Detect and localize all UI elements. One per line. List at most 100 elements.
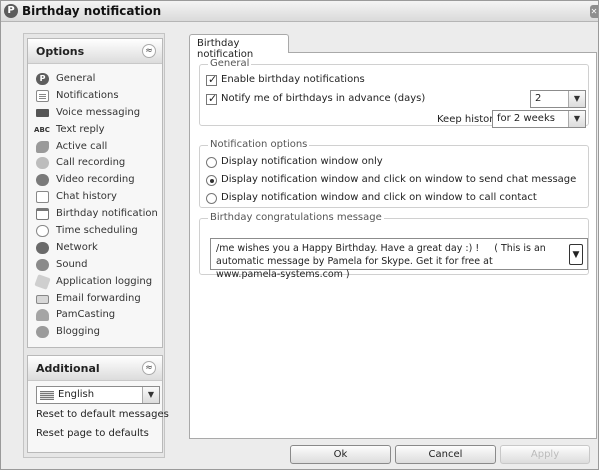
advance-days-select[interactable]: 2 ▼ xyxy=(530,90,586,108)
video-icon xyxy=(36,174,49,187)
cancel-button[interactable]: Cancel xyxy=(395,445,496,464)
advance-notify-checkbox[interactable] xyxy=(206,92,217,105)
sidebar-item-general[interactable]: P General xyxy=(28,71,162,88)
keep-history-value: for 2 weeks xyxy=(497,113,555,124)
keep-history-label: Keep history xyxy=(437,114,500,125)
tab-label: Birthday notification xyxy=(197,38,254,60)
sidebar-item-label: Network xyxy=(56,241,98,253)
sidebar-item-email-forwarding[interactable]: Email forwarding xyxy=(28,291,162,308)
language-select[interactable]: English ▼ xyxy=(36,386,160,404)
collapse-additional-button[interactable]: ≈ xyxy=(142,361,156,375)
sidebar-item-label: Call recording xyxy=(56,157,126,169)
advance-days-value: 2 xyxy=(535,93,542,104)
sidebar-item-voice-messaging[interactable]: Voice messaging xyxy=(28,105,162,122)
options-panel: Options ≈ P General Notifications Voice m… xyxy=(27,38,163,348)
sidebar-item-text-reply[interactable]: ABC Text reply xyxy=(28,122,162,139)
notification-options-legend: Notification options xyxy=(208,139,310,150)
keep-history-select[interactable]: for 2 weeks ▼ xyxy=(492,110,586,128)
advance-notify-label: Notify me of birthdays in advance (days) xyxy=(221,93,426,104)
chevron-down-icon[interactable]: ▼ xyxy=(142,387,159,403)
sidebar-item-pamcasting[interactable]: PamCasting xyxy=(28,307,162,324)
main-area: Birthday notification General Enable bir… xyxy=(189,34,597,439)
notify-option-label: Display notification window and click on… xyxy=(221,174,577,185)
congrats-message-group: Birthday congratulations message /me wis… xyxy=(199,212,589,280)
sidebar-item-label: Video recording xyxy=(56,174,135,186)
sidebar-item-label: Notifications xyxy=(56,89,119,101)
app-logo-icon: P xyxy=(4,4,18,18)
sidebar-item-label: Email forwarding xyxy=(56,292,141,304)
abc-icon: ABC xyxy=(34,125,50,134)
collapse-options-button[interactable]: ≈ xyxy=(142,44,156,58)
sidebar-item-active-call[interactable]: Active call xyxy=(28,139,162,156)
enable-notifications-label: Enable birthday notifications xyxy=(221,74,365,85)
additional-title: Additional xyxy=(36,362,100,375)
notify-option-label: Display notification window and click on… xyxy=(221,192,537,203)
apply-button[interactable]: Apply xyxy=(500,445,590,464)
sidebar-item-label: Blogging xyxy=(56,326,100,338)
clock-icon xyxy=(36,225,49,238)
sidebar-item-notifications[interactable]: Notifications xyxy=(28,88,162,105)
congrats-legend: Birthday congratulations message xyxy=(208,212,384,223)
tab-birthday-notification[interactable]: Birthday notification xyxy=(189,34,289,60)
document-icon xyxy=(36,89,49,102)
tab-content: General Enable birthday notifications No… xyxy=(189,52,597,439)
message-dropdown-button[interactable]: ▼ xyxy=(569,244,583,265)
enable-notifications-checkbox[interactable] xyxy=(206,73,217,86)
mail-icon xyxy=(36,294,49,304)
sound-icon xyxy=(36,258,49,271)
sidebar-item-network[interactable]: Network xyxy=(28,240,162,257)
chevron-down-icon[interactable]: ▼ xyxy=(568,111,585,127)
congrats-message-text: /me wishes you a Happy Birthday. Have a … xyxy=(216,243,549,280)
sidebar-item-chat-history[interactable]: Chat history xyxy=(28,189,162,206)
notification-options-group: Notification options Display notificatio… xyxy=(199,139,589,208)
sidebar-item-birthday-notification[interactable]: Birthday notification xyxy=(28,206,162,223)
reset-page-link[interactable]: Reset page to defaults xyxy=(36,428,149,439)
close-icon[interactable]: ✕ xyxy=(590,5,598,18)
podcast-icon xyxy=(36,309,49,322)
sidebar-item-label: Application logging xyxy=(56,275,153,287)
calendar-icon xyxy=(36,208,49,221)
options-nav-list: P General Notifications Voice messaging A… xyxy=(28,64,162,341)
sidebar-item-call-recording[interactable]: Call recording xyxy=(28,155,162,172)
sidebar-item-time-scheduling[interactable]: Time scheduling xyxy=(28,223,162,240)
reset-messages-link[interactable]: Reset to default messages xyxy=(36,409,169,420)
sidebar-item-label: PamCasting xyxy=(56,309,116,321)
additional-panel-header: Additional ≈ xyxy=(28,356,162,381)
p-logo-icon: P xyxy=(36,73,49,85)
sidebar-item-application-logging[interactable]: Application logging xyxy=(28,273,162,291)
globe-icon xyxy=(36,241,49,254)
dialog-footer: Ok Cancel Apply xyxy=(189,441,597,467)
blog-icon xyxy=(36,326,49,339)
notify-option-radio-1[interactable] xyxy=(206,175,217,186)
additional-panel: Additional ≈ English ▼ Reset to default … xyxy=(27,355,169,453)
sidebar-item-label: Birthday notification xyxy=(56,208,158,220)
congrats-message-input[interactable]: /me wishes you a Happy Birthday. Have a … xyxy=(210,238,588,280)
notify-option-label: Display notification window only xyxy=(221,156,383,167)
notify-option-radio-2[interactable] xyxy=(206,193,217,204)
flag-icon xyxy=(40,391,54,400)
sidebar-item-blogging[interactable]: Blogging xyxy=(28,324,162,341)
chat-icon xyxy=(36,191,49,204)
sidebar-item-video-recording[interactable]: Video recording xyxy=(28,172,162,189)
record-icon xyxy=(36,157,49,170)
options-panel-header: Options ≈ xyxy=(28,39,162,64)
options-title: Options xyxy=(36,45,85,58)
sidebar-item-label: Chat history xyxy=(56,191,117,203)
sidebar-item-label: Time scheduling xyxy=(56,225,138,237)
sidebar-item-label: Voice messaging xyxy=(56,106,141,118)
sidebar-item-label: Sound xyxy=(56,258,88,270)
sidebar: Options ≈ P General Notifications Voice m… xyxy=(23,33,169,458)
phone-icon xyxy=(36,140,49,153)
title-bar: P Birthday notification ✕ xyxy=(1,1,598,22)
sidebar-item-label: Text reply xyxy=(56,123,105,135)
notify-option-radio-0[interactable] xyxy=(206,157,217,168)
chevron-down-icon[interactable]: ▼ xyxy=(568,91,585,107)
ok-button[interactable]: Ok xyxy=(290,445,391,464)
sidebar-item-sound[interactable]: Sound xyxy=(28,257,162,274)
app-window: P Birthday notification ✕ Options ≈ P Gen… xyxy=(0,0,599,470)
window-title: Birthday notification xyxy=(22,4,162,18)
sidebar-item-label: Active call xyxy=(56,140,108,152)
language-value: English xyxy=(58,389,95,400)
voicemail-icon xyxy=(36,108,49,117)
sidebar-item-label: General xyxy=(56,73,96,84)
